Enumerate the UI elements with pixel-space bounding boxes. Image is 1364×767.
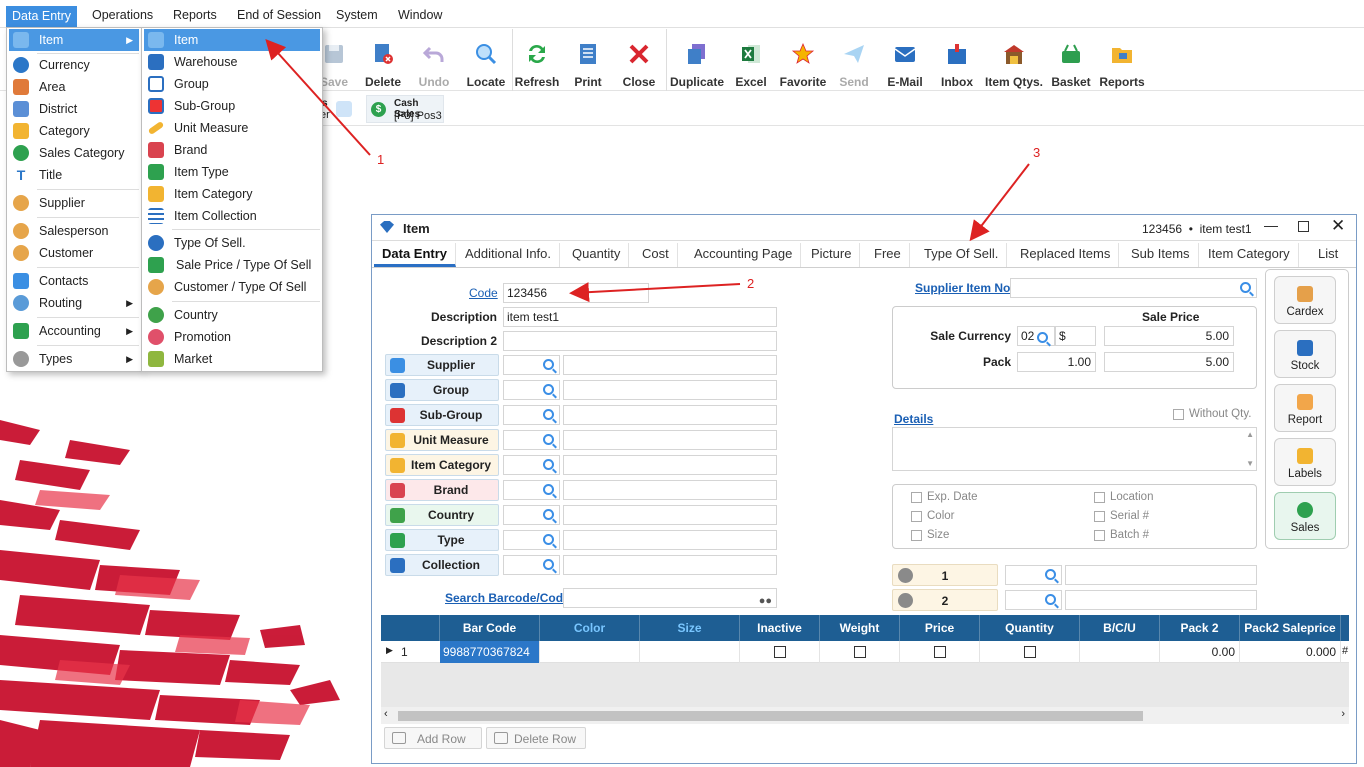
- annotation-arrow-1: [265, 39, 371, 156]
- annotation-arrow-2: [569, 282, 741, 303]
- annotation-label-1: 1: [377, 152, 385, 167]
- annotation-arrows: [265, 39, 1030, 303]
- annotation-arrow-3: [969, 163, 1030, 242]
- annotation-label-3: 3: [1033, 145, 1041, 160]
- annotation-label-2: 2: [747, 276, 755, 291]
